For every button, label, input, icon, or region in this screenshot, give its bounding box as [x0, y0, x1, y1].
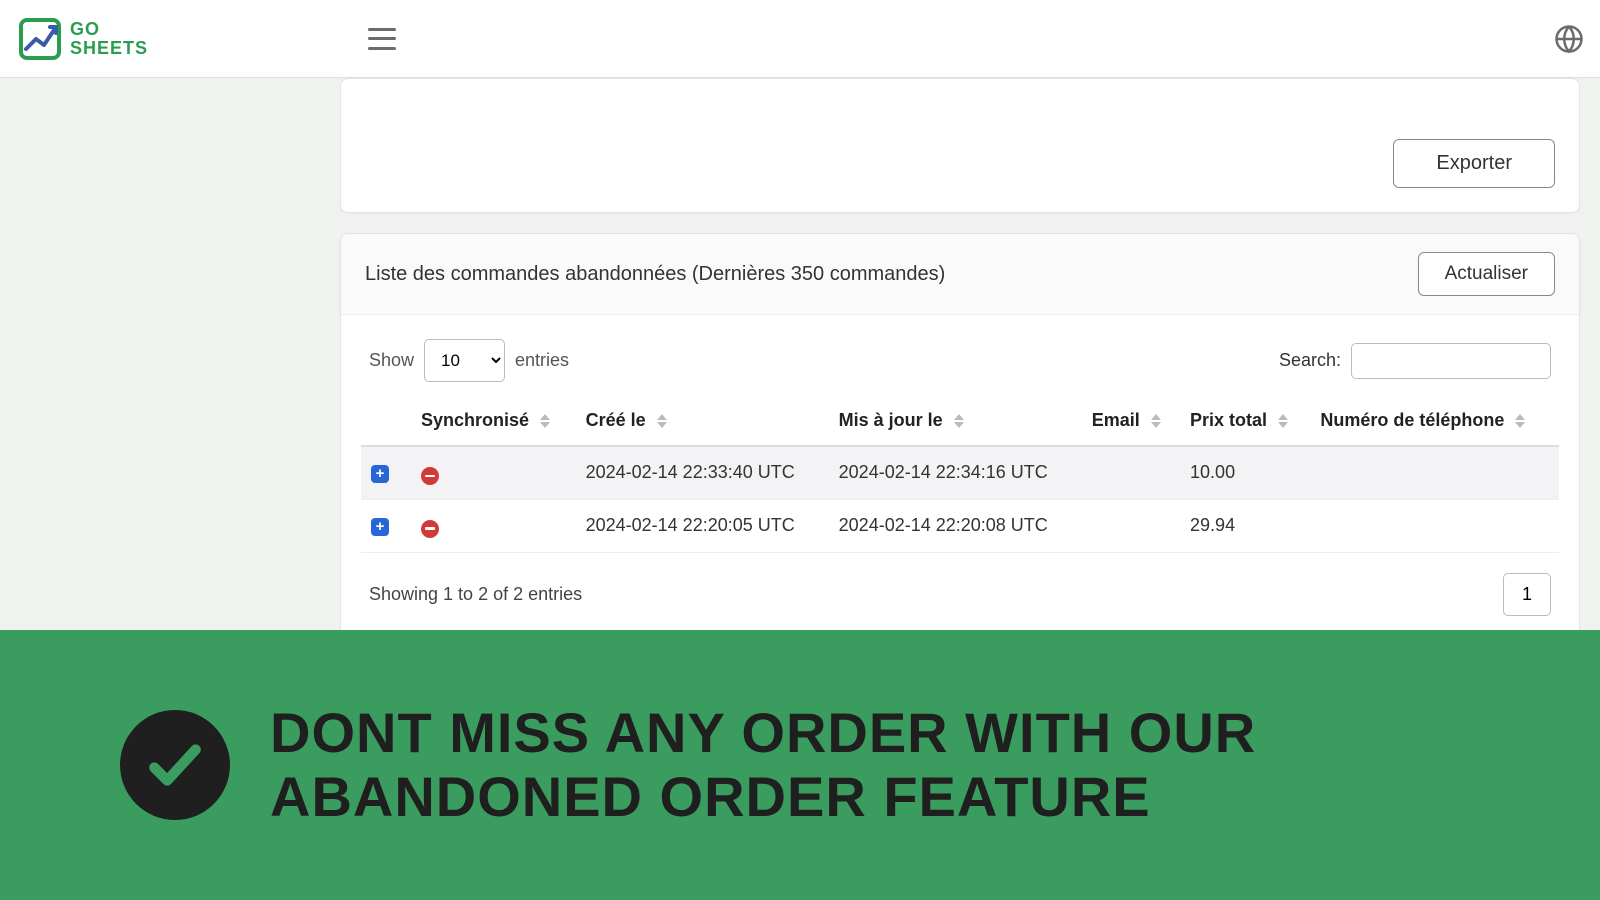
not-synced-icon — [421, 520, 439, 538]
search-input[interactable] — [1351, 343, 1551, 379]
list-title: Liste des commandes abandonnées (Dernièr… — [365, 263, 945, 286]
language-icon[interactable] — [1554, 24, 1584, 54]
search-control: Search: — [1279, 343, 1551, 379]
logo-text-line1: GO — [70, 20, 148, 39]
col-email[interactable]: Email — [1082, 396, 1180, 446]
export-card: Exporter — [340, 78, 1580, 213]
cell-updated: 2024-02-14 22:20:08 UTC — [829, 499, 1082, 552]
col-sync[interactable]: Synchronisé — [411, 396, 576, 446]
col-phone[interactable]: Numéro de téléphone — [1310, 396, 1559, 446]
table-row: + 2024-02-14 22:20:05 UTC 2024-02-14 22:… — [361, 499, 1559, 552]
cell-email — [1082, 499, 1180, 552]
refresh-button[interactable]: Actualiser — [1418, 252, 1555, 296]
table-footer: Showing 1 to 2 of 2 entries 1 — [341, 553, 1579, 624]
list-header: Liste des commandes abandonnées (Dernièr… — [341, 234, 1579, 315]
page-size-select[interactable]: 10 — [424, 339, 505, 382]
menu-toggle-icon[interactable] — [368, 28, 396, 50]
expand-row-icon[interactable]: + — [371, 518, 389, 536]
cell-updated: 2024-02-14 22:34:16 UTC — [829, 446, 1082, 499]
expand-row-icon[interactable]: + — [371, 465, 389, 483]
col-created[interactable]: Créé le — [576, 396, 829, 446]
cell-total: 29.94 — [1180, 499, 1310, 552]
orders-table: Synchronisé Créé le Mis à jour le Email — [361, 396, 1559, 553]
entries-info: Showing 1 to 2 of 2 entries — [369, 584, 582, 605]
abandoned-orders-card: Liste des commandes abandonnées (Dernièr… — [340, 233, 1580, 645]
show-label-after: entries — [515, 350, 569, 371]
export-button[interactable]: Exporter — [1393, 139, 1555, 188]
banner-headline: DONT MISS ANY ORDER WITH OUR ABANDONED O… — [270, 701, 1470, 830]
logo[interactable]: GO SHEETS — [16, 15, 148, 63]
page-1-button[interactable]: 1 — [1503, 573, 1551, 616]
table-controls: Show 10 entries Search: — [341, 315, 1579, 396]
main-content: Exporter Liste des commandes abandonnées… — [0, 78, 1600, 665]
col-updated[interactable]: Mis à jour le — [829, 396, 1082, 446]
logo-mark-icon — [16, 15, 64, 63]
top-bar: GO SHEETS — [0, 0, 1600, 78]
promo-banner: DONT MISS ANY ORDER WITH OUR ABANDONED O… — [0, 630, 1600, 900]
logo-text-line2: SHEETS — [70, 39, 148, 58]
cell-created: 2024-02-14 22:33:40 UTC — [576, 446, 829, 499]
check-circle-icon — [120, 710, 230, 820]
show-label-before: Show — [369, 350, 414, 371]
page-size-control: Show 10 entries — [369, 339, 569, 382]
search-label: Search: — [1279, 350, 1341, 371]
table-row: + 2024-02-14 22:33:40 UTC 2024-02-14 22:… — [361, 446, 1559, 499]
cell-email — [1082, 446, 1180, 499]
cell-phone — [1310, 499, 1559, 552]
col-total[interactable]: Prix total — [1180, 396, 1310, 446]
cell-created: 2024-02-14 22:20:05 UTC — [576, 499, 829, 552]
cell-phone — [1310, 446, 1559, 499]
not-synced-icon — [421, 467, 439, 485]
cell-total: 10.00 — [1180, 446, 1310, 499]
